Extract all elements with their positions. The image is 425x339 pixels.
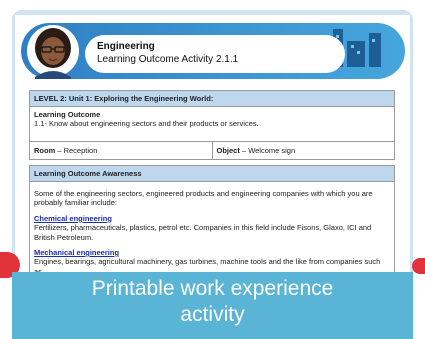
awareness-body: Some of the engineering sectors, enginee…: [30, 181, 394, 279]
page-title: Engineering: [97, 41, 155, 52]
page-subtitle: Learning Outcome Activity 2.1.1: [97, 54, 239, 65]
learning-outcome-cell: Learning Outcome 1.1- Know about enginee…: [30, 106, 394, 141]
section-title-mechanical[interactable]: Mechanical engineering: [34, 248, 390, 257]
section-text-chemical: Fertilizers, pharmaceuticals, plastics, …: [34, 223, 372, 242]
printable-activity-label[interactable]: Printable work experience activity: [12, 276, 413, 328]
room-value: Reception: [63, 146, 98, 155]
unit-table: LEVEL 2: Unit 1: Exploring the Engineeri…: [29, 90, 395, 160]
learning-outcome-text: 1.1- Know about engineering sectors and …: [34, 119, 259, 129]
room-cell: Room – Reception: [30, 142, 213, 159]
object-label: Object: [216, 146, 240, 155]
object-value: Welcome sign: [248, 146, 296, 155]
room-label: Room: [34, 146, 56, 155]
section-title-chemical[interactable]: Chemical engineering: [34, 214, 390, 223]
object-cell: Object – Welcome sign: [216, 146, 296, 155]
red-tab-right: [412, 258, 425, 274]
learning-outcome-label: Learning Outcome: [34, 110, 101, 119]
banner-line-2: activity: [180, 303, 245, 326]
awareness-intro: Some of the engineering sectors, enginee…: [34, 189, 373, 208]
awareness-heading: Learning Outcome Awareness: [30, 166, 394, 181]
banner-line-1: Printable work experience: [91, 277, 334, 300]
unit-heading: LEVEL 2: Unit 1: Exploring the Engineeri…: [30, 91, 394, 106]
room-object-row: Room – Reception Object – Welcome sign: [30, 141, 394, 159]
header-banner: Engineering Learning Outcome Activity 2.…: [15, 15, 410, 85]
